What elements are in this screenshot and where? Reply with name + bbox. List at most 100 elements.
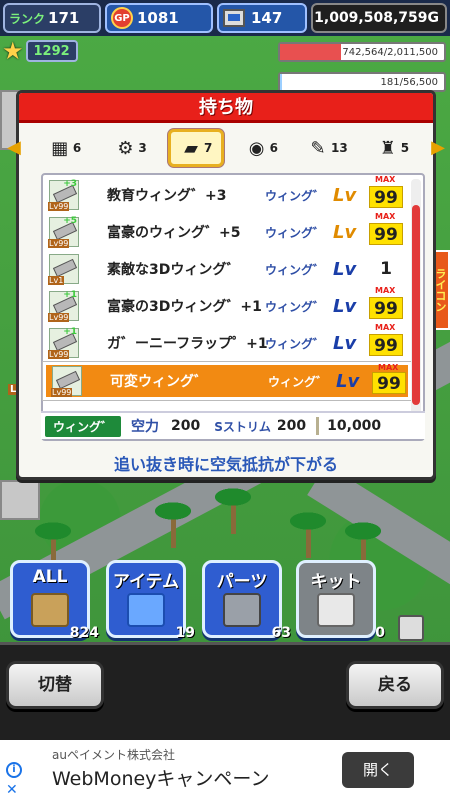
wing-thumbnail: +5 Lv99	[48, 216, 79, 248]
stat1-label: 空力	[131, 419, 160, 435]
tab-count: 3	[138, 141, 147, 155]
menu-count: 63	[271, 625, 291, 641]
tool-icon: ✎	[310, 137, 326, 159]
divider	[316, 417, 320, 435]
back-button[interactable]: 戻る	[346, 661, 444, 709]
category-tabs: ▦ 6 ⚙ 3 ▰ 7 ◉ 6 ✎ 13 ♜ 5	[37, 129, 421, 169]
inventory-panel: 持ち物 ◀ ▶ ▦ 6 ⚙ 3 ▰ 7 ◉ 6 ✎ 13 ♜ 5 +3Lv99	[7, 90, 445, 480]
menu-label: キット	[310, 572, 362, 592]
pc-value: 147	[251, 9, 283, 27]
tire-icon: ◉	[248, 137, 265, 159]
tab-tire[interactable]: ◉ 6	[234, 129, 290, 167]
crate-icon	[31, 593, 69, 627]
item-category: ウィング゛	[265, 262, 326, 277]
ad-banner[interactable]: i ✕ auペイメント株式会社 WebMoneyキャンペーン 開く	[0, 740, 450, 800]
character-face-icon[interactable]	[398, 615, 424, 641]
menu-parts-button[interactable]: パーツ 63	[202, 560, 291, 641]
ad-advertiser: auペイメント株式会社	[52, 748, 175, 762]
player-level-value: 1292	[25, 40, 78, 62]
item-row[interactable]: +5 Lv99 富豪のウィング゛+5 ウィング゛ Lv MAX 99	[43, 212, 411, 250]
item-name: 富豪の3Dウィング゛+1	[107, 299, 262, 315]
item-level: 1	[380, 259, 392, 279]
turbo-icon: ⚙	[117, 137, 134, 159]
tab-prev-arrow[interactable]: ◀	[7, 137, 21, 158]
item-row[interactable]: +1 Lv99 富豪の3Dウィング゛+1 ウィング゛ Lv MAX 99	[43, 286, 411, 324]
level-label: Lv	[333, 332, 357, 354]
palm-tree	[150, 500, 196, 548]
menu-all-button[interactable]: ALL 824	[10, 560, 99, 641]
item-level: 99	[369, 334, 403, 356]
level-label: Lv	[333, 184, 357, 206]
computer-icon	[223, 9, 245, 27]
switch-button[interactable]: 切替	[6, 661, 104, 709]
ad-open-button[interactable]: 開く	[342, 752, 414, 788]
pc-display: 147	[217, 3, 307, 33]
scrollbar-thumb[interactable]	[412, 205, 420, 405]
item-category: ウィング゛	[268, 374, 329, 389]
menu-label: パーツ	[216, 572, 268, 592]
tab-next-arrow[interactable]: ▶	[431, 137, 445, 158]
menu-items-button[interactable]: アイテム 19	[106, 560, 195, 641]
palm-tree	[210, 486, 256, 534]
status-bar: ランク 171 GP 1081 147 1,009,508,759G	[0, 0, 450, 36]
fuel-bar-fill	[280, 44, 341, 60]
tab-count: 6	[72, 141, 82, 155]
info-icon[interactable]: i	[6, 762, 22, 778]
research-bar-text: 181/56,500	[380, 76, 438, 88]
item-list: +3 Lv99 教育ウィング゛+3 ウィング゛ Lv MAX 99 +5 Lv99 …	[41, 173, 425, 441]
rank-label: ランク	[9, 11, 46, 26]
menu-label: アイテム	[112, 572, 180, 592]
max-badge: MAX	[375, 286, 396, 295]
wing-thumbnail: +3 Lv99	[48, 179, 79, 211]
item-stats: ウィング゛ 空力 200 Sストリム 200 10,000	[41, 411, 425, 439]
max-badge: MAX	[375, 323, 396, 332]
item-row[interactable]: Lv1 素敵な3Dウィング゛ ウィング゛ Lv 1	[43, 251, 411, 287]
rank-display: ランク 171	[3, 3, 101, 33]
tab-bottle[interactable]: ♜ 5	[365, 129, 421, 167]
item-description: 追い抜き時に空気抵抗が下がる	[113, 455, 338, 474]
player-level: ★ 1292	[2, 38, 92, 64]
palm-tree	[340, 520, 386, 568]
stat1-value: 200	[171, 418, 201, 434]
menu-kit-button[interactable]: キット 0	[296, 560, 385, 641]
tab-count: 5	[400, 141, 410, 155]
item-category: ウィング゛	[265, 336, 326, 351]
item-name: 素敵な3Dウィング゛	[107, 262, 241, 278]
gp-coin-icon: GP	[111, 7, 133, 29]
item-row[interactable]: +3 Lv99 教育ウィング゛+3 ウィング゛ Lv MAX 99	[43, 175, 411, 213]
tab-turbo[interactable]: ⚙ 3	[103, 129, 159, 167]
book-icon	[127, 593, 165, 627]
tab-tool[interactable]: ✎ 13	[299, 129, 355, 167]
level-label: Lv	[336, 370, 360, 392]
chip-icon: ▦	[51, 137, 69, 159]
gp-display: GP 1081	[105, 3, 213, 33]
wing-thumbnail: +1 Lv99	[48, 290, 79, 322]
max-badge: MAX	[375, 175, 396, 184]
palm-tree	[285, 510, 331, 558]
action-bar: 切替 戻る	[0, 642, 450, 740]
list-scrollbar[interactable]	[411, 179, 421, 437]
menu-count: 19	[175, 625, 195, 641]
palm-tree	[30, 520, 76, 568]
close-icon[interactable]: ✕	[6, 782, 18, 798]
item-row[interactable]: +1 Lv99 ガ゛ーニーフラップ゜+1 ウィング゛ Lv MAX 99	[43, 323, 411, 361]
item-level: 99	[372, 372, 406, 394]
item-row-selected[interactable]: Lv99 可変ウィング゛ ウィング゛ Lv MAX 99	[42, 361, 412, 401]
kit-icon	[317, 593, 355, 627]
item-category: ウィング゛	[265, 299, 326, 314]
item-level: 99	[369, 297, 403, 319]
stat2-value: 200	[276, 418, 307, 434]
item-level: 99	[369, 223, 403, 245]
tab-wing[interactable]: ▰ 7	[168, 129, 225, 167]
category-menu: ALL 824 アイテム 19 パーツ 63 キット 0	[6, 560, 450, 641]
item-category: ウィング゛	[265, 188, 326, 203]
panel-title: 持ち物	[19, 93, 433, 123]
item-level: 99	[369, 186, 403, 208]
item-name: 教育ウィング゛+3	[107, 188, 227, 204]
menu-count: 0	[375, 625, 385, 641]
item-name: ガ゛ーニーフラップ゜+1	[107, 336, 268, 352]
tab-chip[interactable]: ▦ 6	[37, 129, 93, 167]
wing-icon: ▰	[184, 137, 198, 159]
menu-count: 824	[69, 625, 99, 641]
rank-value: 171	[48, 9, 80, 27]
